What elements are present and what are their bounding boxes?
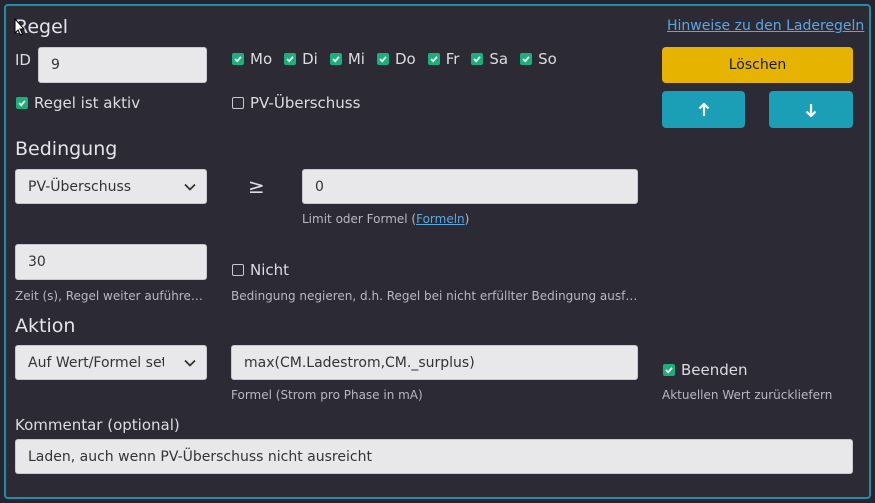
active-checkbox[interactable]: Regel ist aktiv <box>16 94 140 112</box>
comment-label: Kommentar (optional) <box>15 416 180 434</box>
bedingung-title: Bedingung <box>15 138 118 160</box>
checkbox-unchecked-icon[interactable] <box>232 97 244 109</box>
day-mi[interactable]: Mi <box>329 50 365 68</box>
time-hint: Zeit (s), Regel weiter auführen ... <box>15 289 207 303</box>
condition-select[interactable]: PV-Überschuss <box>15 169 207 204</box>
checkbox-checked-icon[interactable] <box>520 53 533 65</box>
day-so[interactable]: So <box>520 50 557 68</box>
day-sa[interactable]: Sa <box>471 50 508 68</box>
formeln-link[interactable]: Formeln <box>416 212 465 226</box>
time-input[interactable]: 30 <box>15 244 207 280</box>
chevron-down-icon <box>184 359 196 367</box>
day-di[interactable]: Di <box>284 50 318 68</box>
checkbox-checked-icon[interactable] <box>284 53 297 65</box>
formula-hint: Formel (Strom pro Phase in mA) <box>231 388 423 402</box>
formula-input[interactable]: max(CM.Ladestrom,CM._surplus) <box>231 345 638 380</box>
id-input[interactable]: 9 <box>38 47 207 83</box>
checkbox-checked-icon[interactable] <box>427 53 440 65</box>
checkbox-checked-icon[interactable] <box>663 364 675 376</box>
end-hint: Aktuellen Wert zurückliefern <box>662 388 833 402</box>
not-hint: Bedingung negieren, d.h. Regel bei nicht… <box>231 289 641 303</box>
day-mo[interactable]: Mo <box>232 50 272 68</box>
aktion-title: Aktion <box>15 315 76 337</box>
operator-symbol[interactable]: ≥ <box>248 174 265 198</box>
weekday-checkboxes: Mo Di Mi Do Fr Sa So <box>232 50 557 68</box>
hint-link[interactable]: Hinweise zu den Laderegeln <box>667 18 864 34</box>
mouse-cursor-icon <box>14 17 26 40</box>
move-up-button[interactable] <box>662 91 745 128</box>
limit-input[interactable]: 0 <box>302 169 638 204</box>
checkbox-checked-icon[interactable] <box>232 53 244 65</box>
checkbox-unchecked-icon[interactable] <box>232 264 244 276</box>
day-do[interactable]: Do <box>376 50 416 68</box>
id-label: ID <box>15 51 31 69</box>
arrow-down-icon <box>805 103 817 117</box>
end-checkbox[interactable]: Beenden <box>663 361 748 379</box>
delete-button[interactable]: Löschen <box>662 47 853 83</box>
checkbox-checked-icon[interactable] <box>329 53 342 65</box>
checkbox-checked-icon[interactable] <box>376 53 389 65</box>
move-down-button[interactable] <box>769 91 853 128</box>
action-select[interactable]: Auf Wert/Formel setzen <box>15 345 207 380</box>
limit-hint: Limit oder Formel (Formeln) <box>302 212 470 226</box>
comment-input[interactable]: Laden, auch wenn PV-Überschuss nicht aus… <box>15 439 853 474</box>
day-fr[interactable]: Fr <box>427 50 459 68</box>
pv-surplus-checkbox[interactable]: PV-Überschuss <box>232 94 360 112</box>
not-checkbox[interactable]: Nicht <box>232 261 289 279</box>
checkbox-checked-icon[interactable] <box>16 97 28 109</box>
arrow-up-icon <box>698 102 709 116</box>
checkbox-checked-icon[interactable] <box>471 53 484 65</box>
chevron-down-icon <box>184 183 196 191</box>
